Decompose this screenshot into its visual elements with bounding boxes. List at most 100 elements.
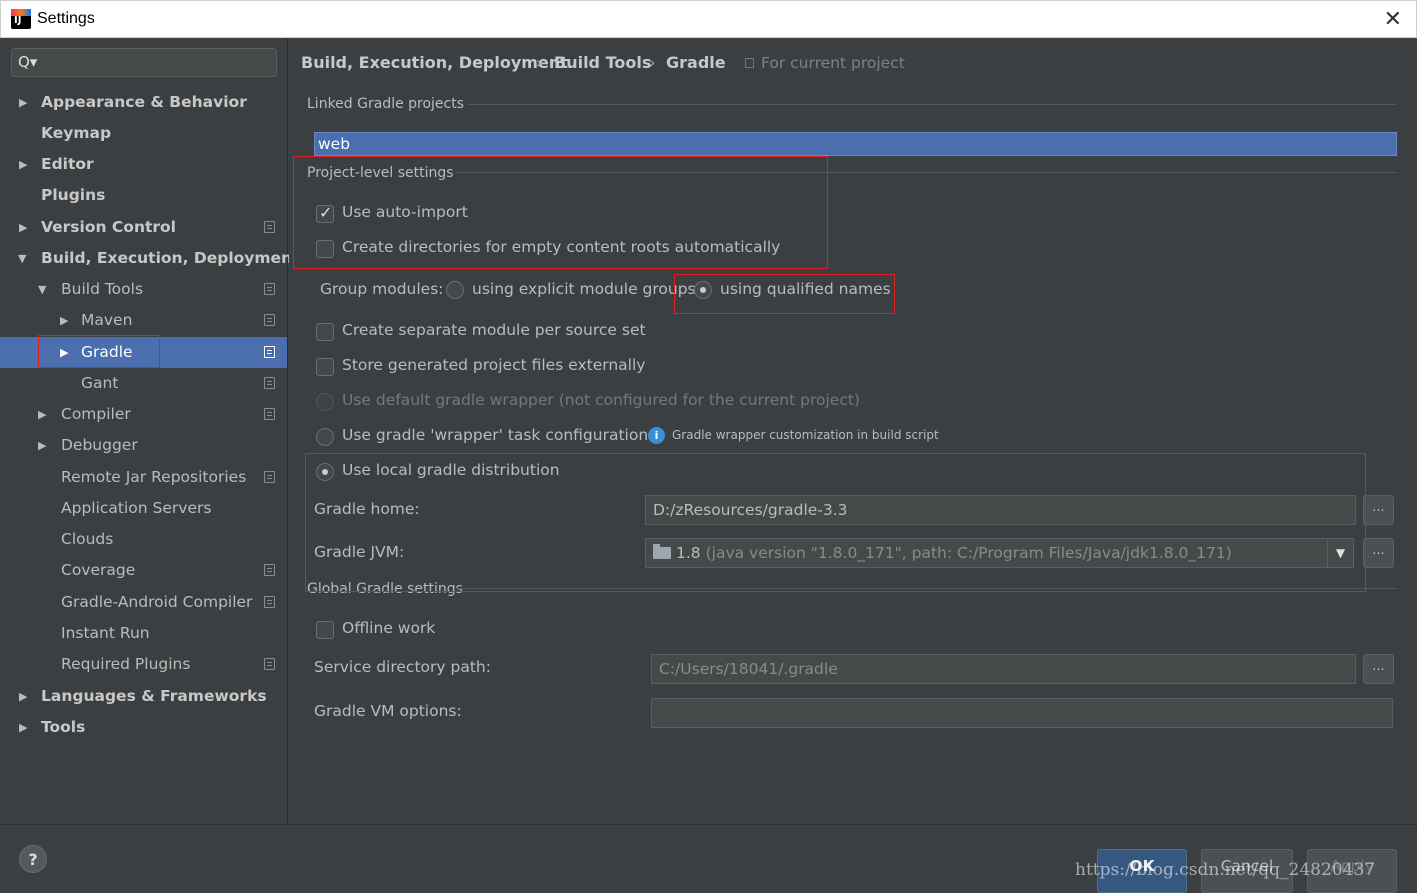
project-scope-icon (745, 58, 754, 68)
gradle-home-label: Gradle home: (314, 500, 420, 518)
chevron-down-icon: ▼ (18, 252, 27, 265)
chevron-right-icon: ▶ (19, 158, 28, 171)
service-dir-input[interactable]: C:/Users/18041/.gradle (651, 654, 1356, 684)
sidebar-item-keymap[interactable]: Keymap (0, 118, 287, 149)
sidebar-item-editor[interactable]: ▶ Editor (0, 149, 287, 180)
project-scope-icon (264, 658, 275, 670)
project-scope-icon (264, 564, 275, 576)
sidebar-item-maven[interactable]: ▶ Maven (0, 305, 287, 336)
sidebar-item-application-servers[interactable]: Application Servers (0, 493, 287, 524)
create-dirs-label: Create directories for empty content roo… (342, 238, 781, 256)
divider (457, 588, 1397, 589)
sidebar-item-gradle[interactable]: ▶ Gradle (0, 337, 287, 368)
sidebar-item-languages-frameworks[interactable]: ▶ Languages & Frameworks (0, 681, 287, 712)
chevron-right-icon: ▶ (19, 96, 28, 109)
breadcrumb-separator: › (649, 53, 656, 72)
window-title: Settings (37, 10, 95, 27)
qualified-names-radio[interactable] (694, 281, 712, 299)
search-icon: Q▾ (18, 53, 38, 71)
store-external-label: Store generated project files externally (342, 356, 646, 374)
divider (467, 104, 1397, 105)
default-wrapper-label: Use default gradle wrapper (not configur… (342, 391, 860, 409)
default-wrapper-radio[interactable] (316, 393, 334, 411)
project-scope-icon (264, 221, 275, 233)
gradle-jvm-select[interactable]: 1.8 (java version "1.8.0_171", path: C:/… (645, 538, 1354, 568)
auto-import-checkbox[interactable] (316, 203, 334, 223)
help-button[interactable]: ? (19, 845, 47, 873)
sidebar-item-clouds[interactable]: Clouds (0, 524, 287, 555)
sidebar-item-compiler[interactable]: ▶ Compiler (0, 399, 287, 430)
scope-label: For current project (761, 54, 905, 72)
store-external-checkbox[interactable] (316, 358, 334, 376)
gradle-home-input[interactable]: D:/zResources/gradle-3.3 (645, 495, 1356, 525)
project-scope-icon (264, 283, 275, 295)
close-icon[interactable]: ✕ (1384, 7, 1402, 32)
gradle-jvm-more-button[interactable]: ... (1363, 538, 1394, 568)
sidebar-item-tools[interactable]: ▶ Tools (0, 712, 287, 743)
chevron-right-icon: ▶ (38, 408, 47, 421)
explicit-groups-label: using explicit module groups (472, 280, 696, 298)
offline-work-checkbox[interactable] (316, 621, 334, 639)
divider (457, 172, 1397, 173)
gradle-jvm-version: 1.8 (676, 544, 701, 562)
chevron-right-icon: ▶ (60, 314, 69, 327)
sidebar-item-remote-jar-repositories[interactable]: Remote Jar Repositories (0, 462, 287, 493)
settings-content: Build, Execution, Deployment › Build Too… (289, 38, 1417, 824)
chevron-down-icon[interactable]: ▼ (1327, 539, 1353, 567)
vm-options-input[interactable] (651, 698, 1393, 728)
project-scope-icon (264, 471, 275, 483)
wrapper-hint-text: Gradle wrapper customization in build sc… (672, 428, 939, 442)
breadcrumb-build-tools[interactable]: Build Tools (554, 53, 651, 72)
info-icon: i (648, 427, 665, 444)
sidebar-item-appearance[interactable]: ▶ Appearance & Behavior (0, 87, 287, 118)
separate-module-checkbox[interactable] (316, 323, 334, 341)
title-bar: IJ Settings ✕ (0, 0, 1417, 38)
create-dirs-checkbox[interactable] (316, 240, 334, 258)
linked-projects-title: Linked Gradle projects (307, 96, 465, 112)
settings-sidebar: Q▾ ▶ Appearance & Behavior Keymap ▶ Edit… (0, 38, 300, 824)
project-scope-icon (264, 596, 275, 608)
project-scope-icon (264, 377, 275, 389)
chevron-right-icon: ▶ (19, 721, 28, 734)
gradle-jvm-label: Gradle JVM: (314, 543, 405, 561)
sidebar-item-gant[interactable]: Gant (0, 368, 287, 399)
sidebar-item-coverage[interactable]: Coverage (0, 555, 287, 586)
breadcrumb-separator: › (536, 53, 543, 72)
sidebar-item-required-plugins[interactable]: Required Plugins (0, 649, 287, 680)
vm-options-label: Gradle VM options: (314, 702, 462, 720)
browse-service-dir-button[interactable]: ... (1363, 654, 1394, 684)
linked-project-row[interactable]: web (314, 132, 1397, 156)
local-distribution-radio[interactable] (316, 463, 334, 481)
intellij-logo-icon: IJ (11, 9, 31, 29)
chevron-right-icon: ▶ (60, 346, 69, 359)
global-settings-title: Global Gradle settings (307, 581, 463, 597)
explicit-groups-radio[interactable] (446, 281, 464, 299)
project-scope-icon (264, 314, 275, 326)
offline-work-label: Offline work (342, 619, 436, 637)
sidebar-item-build-tools[interactable]: ▼ Build Tools (0, 274, 287, 305)
wrapper-task-label: Use gradle 'wrapper' task configuration (342, 426, 649, 444)
breadcrumb-build-execution[interactable]: Build, Execution, Deployment (301, 53, 568, 72)
separate-module-label: Create separate module per source set (342, 321, 646, 339)
group-modules-label: Group modules: (320, 280, 444, 298)
project-level-title: Project-level settings (307, 165, 454, 181)
wrapper-task-radio[interactable] (316, 428, 334, 446)
sidebar-item-version-control[interactable]: ▶ Version Control (0, 212, 287, 243)
sidebar-item-build-execution-deployment[interactable]: ▼ Build, Execution, Deployment (0, 243, 300, 274)
auto-import-label: Use auto-import (342, 203, 468, 221)
sidebar-item-plugins[interactable]: Plugins (0, 180, 287, 211)
browse-gradle-home-button[interactable]: ... (1363, 495, 1394, 525)
breadcrumb-gradle: Gradle (666, 53, 726, 72)
gradle-jvm-detail: (java version "1.8.0_171", path: C:/Prog… (705, 544, 1232, 562)
qualified-names-label: using qualified names (720, 280, 891, 298)
search-input[interactable]: Q▾ (11, 48, 277, 77)
sidebar-item-instant-run[interactable]: Instant Run (0, 618, 287, 649)
project-scope-icon (264, 346, 275, 358)
local-distribution-label: Use local gradle distribution (342, 461, 560, 479)
folder-icon (653, 544, 671, 559)
sidebar-item-gradle-android-compiler[interactable]: Gradle-Android Compiler (0, 587, 287, 618)
chevron-right-icon: ▶ (19, 221, 28, 234)
service-dir-label: Service directory path: (314, 658, 491, 676)
chevron-right-icon: ▶ (38, 439, 47, 452)
sidebar-item-debugger[interactable]: ▶ Debugger (0, 430, 287, 461)
